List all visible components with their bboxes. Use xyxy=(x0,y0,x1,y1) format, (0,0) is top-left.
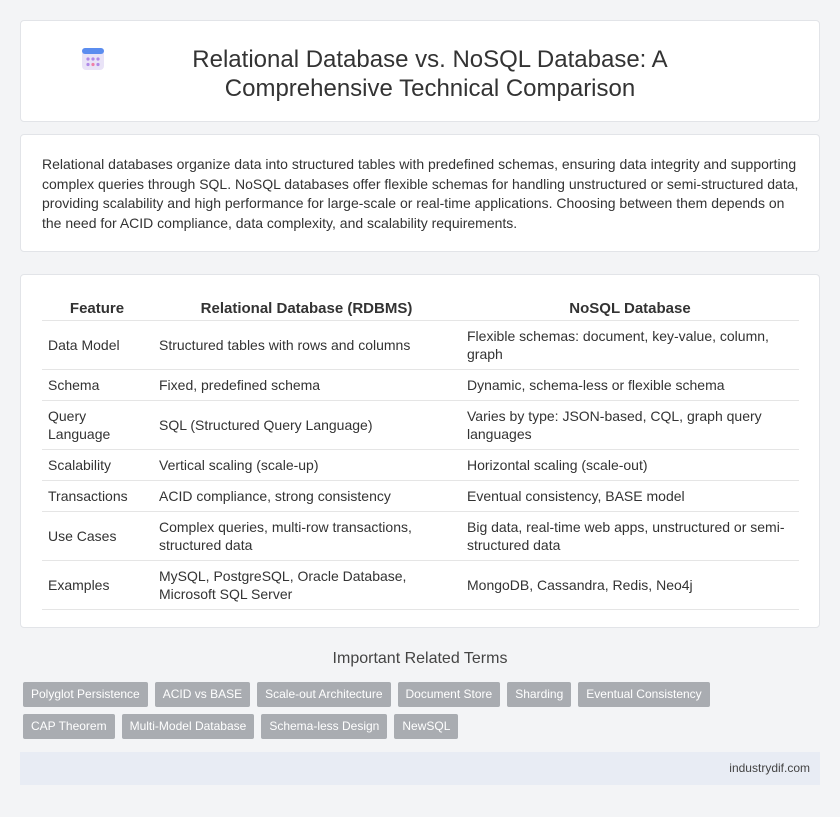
table-row: Examples MySQL, PostgreSQL, Oracle Datab… xyxy=(42,560,799,610)
nosql-cell: Varies by type: JSON-based, CQL, graph q… xyxy=(461,400,799,450)
rdbms-cell: MySQL, PostgreSQL, Oracle Database, Micr… xyxy=(152,560,461,610)
feature-cell: Scalability xyxy=(42,449,152,481)
nosql-cell: Horizontal scaling (scale-out) xyxy=(461,449,799,481)
table-row: Scalability Vertical scaling (scale-up) … xyxy=(42,449,799,481)
column-header-rdbms: Relational Database (RDBMS) xyxy=(152,293,461,321)
feature-cell: Use Cases xyxy=(42,511,152,561)
tag-scale-out-architecture[interactable]: Scale-out Architecture xyxy=(257,682,391,707)
page-title: Relational Database vs. NoSQL Database: … xyxy=(192,46,668,102)
tag-cap-theorem[interactable]: CAP Theorem xyxy=(23,714,115,739)
feature-cell: Data Model xyxy=(42,320,152,370)
rdbms-cell: SQL (Structured Query Language) xyxy=(152,400,461,450)
feature-cell: Transactions xyxy=(42,480,152,512)
footer-site-link[interactable]: industrydif.com xyxy=(729,761,810,775)
title-card: Relational Database vs. NoSQL Database: … xyxy=(20,20,820,122)
nosql-cell: Big data, real-time web apps, unstructur… xyxy=(461,511,799,561)
rdbms-cell: ACID compliance, strong consistency xyxy=(152,480,461,512)
nosql-cell: Dynamic, schema-less or flexible schema xyxy=(461,369,799,401)
tag-polyglot-persistence[interactable]: Polyglot Persistence xyxy=(23,682,148,707)
table-row: Schema Fixed, predefined schema Dynamic,… xyxy=(42,369,799,401)
table-header-row: Feature Relational Database (RDBMS) NoSQ… xyxy=(42,293,799,321)
table-row: Use Cases Complex queries, multi-row tra… xyxy=(42,511,799,561)
nosql-cell: Flexible schemas: document, key-value, c… xyxy=(461,320,799,370)
column-header-nosql: NoSQL Database xyxy=(461,293,799,321)
comparison-card: Feature Relational Database (RDBMS) NoSQ… xyxy=(20,274,820,628)
feature-cell: Query Language xyxy=(42,400,152,450)
tag-sharding[interactable]: Sharding xyxy=(507,682,572,707)
nosql-cell: MongoDB, Cassandra, Redis, Neo4j xyxy=(461,560,799,610)
comparison-table: Feature Relational Database (RDBMS) NoSQ… xyxy=(42,293,799,610)
tag-newsql[interactable]: NewSQL xyxy=(394,714,459,739)
related-terms-list: Polyglot Persistence ACID vs BASE Scale-… xyxy=(23,682,803,746)
rdbms-cell: Vertical scaling (scale-up) xyxy=(152,449,461,481)
intro-paragraph: Relational databases organize data into … xyxy=(42,156,799,231)
intro-card: Relational databases organize data into … xyxy=(20,134,820,252)
footer: industrydif.com xyxy=(20,752,820,785)
feature-cell: Examples xyxy=(42,560,152,610)
nosql-cell: Eventual consistency, BASE model xyxy=(461,480,799,512)
column-header-feature: Feature xyxy=(42,293,152,321)
related-terms-heading: Important Related Terms xyxy=(332,650,508,667)
table-row: Data Model Structured tables with rows a… xyxy=(42,320,799,370)
rdbms-cell: Fixed, predefined schema xyxy=(152,369,461,401)
rdbms-cell: Structured tables with rows and columns xyxy=(152,320,461,370)
table-row: Query Language SQL (Structured Query Lan… xyxy=(42,400,799,450)
tag-eventual-consistency[interactable]: Eventual Consistency xyxy=(578,682,710,707)
tag-acid-vs-base[interactable]: ACID vs BASE xyxy=(154,682,251,707)
rdbms-cell: Complex queries, multi-row transactions,… xyxy=(152,511,461,561)
tag-multi-model-database[interactable]: Multi-Model Database xyxy=(121,714,255,739)
table-row: Transactions ACID compliance, strong con… xyxy=(42,480,799,512)
tag-document-store[interactable]: Document Store xyxy=(397,682,501,707)
tag-schema-less-design[interactable]: Schema-less Design xyxy=(261,714,388,739)
feature-cell: Schema xyxy=(42,369,152,401)
